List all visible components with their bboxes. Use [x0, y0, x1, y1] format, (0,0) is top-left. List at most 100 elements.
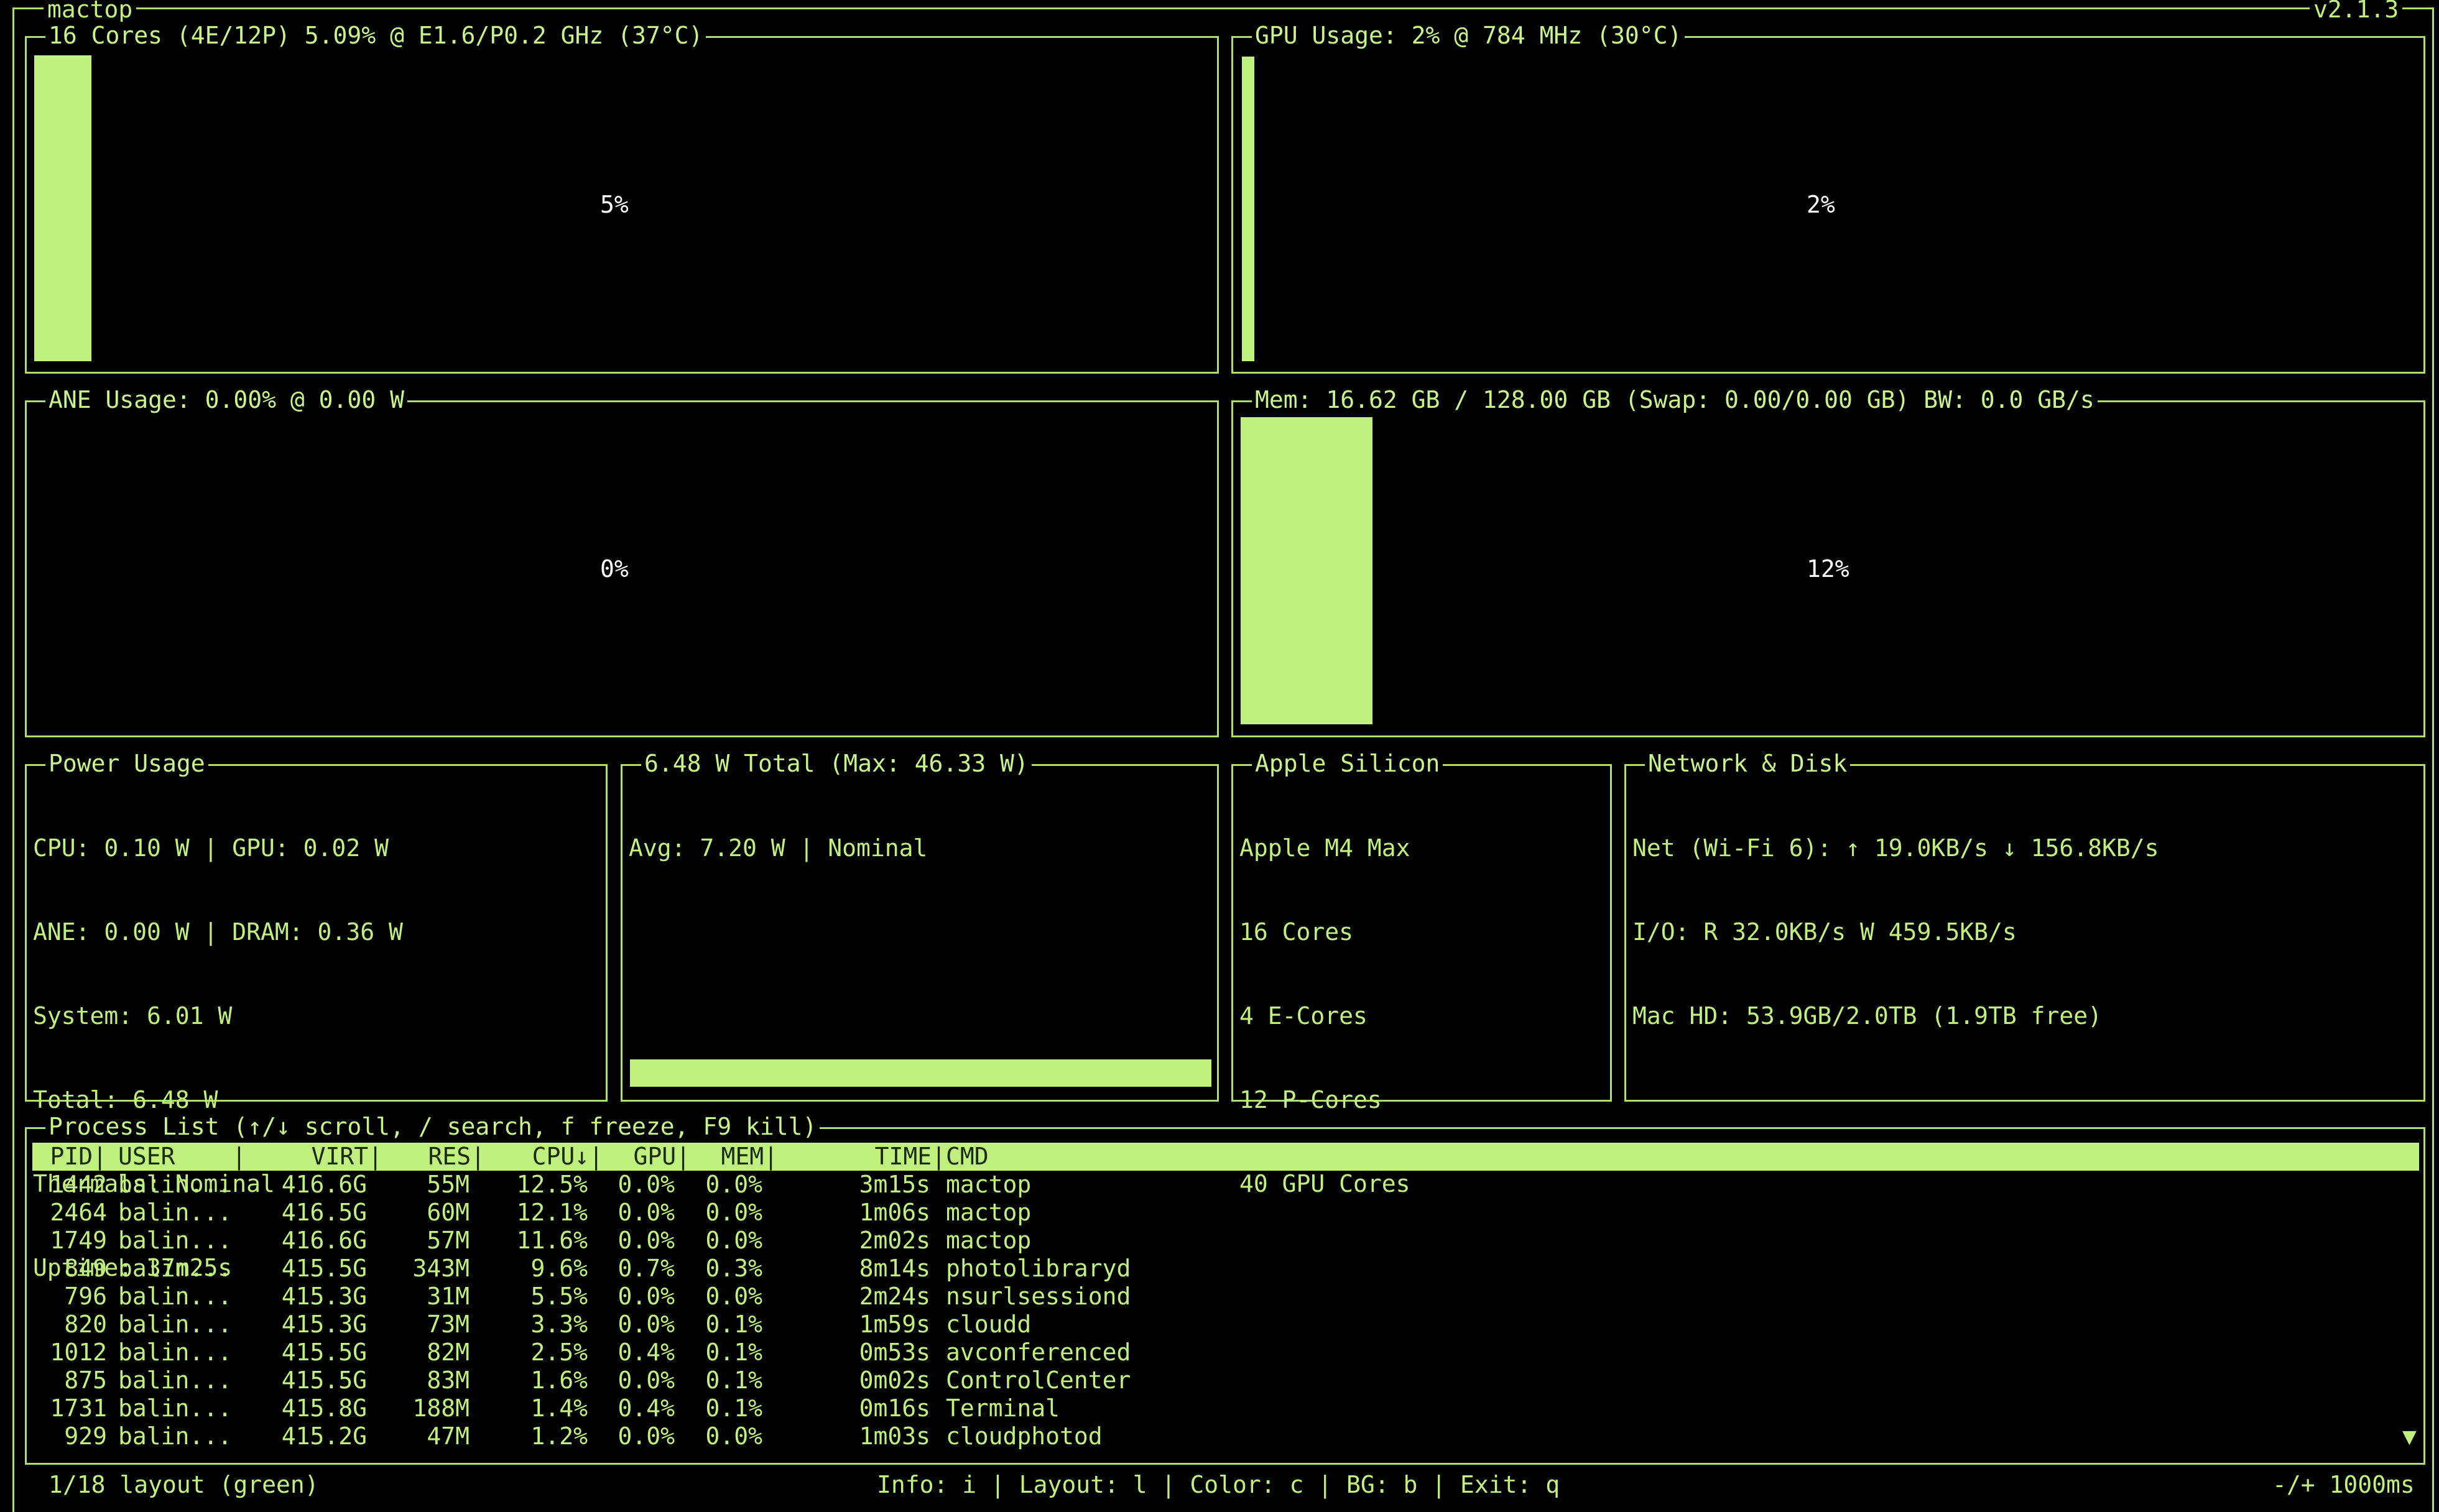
table-row[interactable]: 1442 balin... 416.6G 55M 12.5% 0.0% 0.0%… [32, 1171, 2419, 1199]
pid-cell: 1442 [50, 1171, 107, 1198]
disk-volume-line: Mac HD: 53.9GB/2.0TB (1.9TB free) [1632, 1002, 2102, 1030]
gpu-cell: 0.0% [618, 1311, 675, 1338]
mem-cell: 0.1% [705, 1394, 762, 1422]
time-cell: 0m53s [859, 1339, 930, 1366]
mem-cell: 0.0% [705, 1283, 762, 1310]
user-cell: balin... [118, 1283, 233, 1310]
table-row[interactable]: 1749 balin... 416.6G 57M 11.6% 0.0% 0.0%… [32, 1227, 2419, 1255]
virt-cell: 416.6G [281, 1171, 367, 1198]
res-cell: 343M [412, 1255, 470, 1282]
user-cell: balin... [118, 1227, 233, 1254]
silicon-cores-line: 16 Cores [1239, 918, 1354, 946]
cmd-cell: mactop [946, 1227, 1032, 1254]
res-cell: 47M [427, 1422, 470, 1450]
res-cell: 31M [427, 1283, 470, 1310]
gpu-cell: 0.4% [618, 1339, 675, 1366]
total-power-panel: 6.48 W Total (Max: 46.33 W) Avg: 7.20 W … [621, 750, 1219, 1102]
virt-cell: 415.8G [281, 1394, 367, 1422]
table-row[interactable]: 2464 balin... 416.5G 60M 12.1% 0.0% 0.0%… [32, 1199, 2419, 1227]
res-cell: 73M [427, 1311, 470, 1338]
user-cell: balin... [118, 1171, 233, 1198]
cpu-cell: 2.5% [530, 1339, 588, 1366]
column-header-res[interactable]: RES| [382, 1143, 485, 1171]
column-header-gpu[interactable]: GPU| [603, 1143, 690, 1171]
virt-cell: 415.3G [281, 1311, 367, 1338]
cpu-cell: 12.1% [516, 1199, 588, 1226]
cpu-panel-title: 16 Cores (4E/12P) 5.09% @ E1.6/P0.2 GHz … [45, 22, 706, 50]
gpu-cell: 0.0% [618, 1227, 675, 1254]
gpu-cell: 0.7% [618, 1255, 675, 1282]
table-row[interactable]: 1731 balin... 415.8G 188M 1.4% 0.4% 0.1%… [32, 1394, 2419, 1422]
column-header-cmd[interactable]: CMD [946, 1143, 989, 1171]
time-cell: 1m59s [859, 1311, 930, 1338]
time-cell: 2m24s [859, 1283, 930, 1310]
cmd-cell: mactop [946, 1171, 1032, 1198]
pid-cell: 2464 [50, 1199, 107, 1226]
virt-cell: 415.5G [281, 1255, 367, 1282]
network-disk-title: Network & Disk [1645, 750, 1851, 778]
apple-silicon-panel: Apple Silicon Apple M4 Max 16 Cores 4 E-… [1231, 750, 1612, 1197]
column-header-user[interactable]: USER | [118, 1143, 246, 1171]
apple-silicon-title: Apple Silicon [1252, 750, 1443, 778]
gpu-cell: 0.0% [618, 1199, 675, 1226]
ane-panel: ANE Usage: 0.00% @ 0.00 W 0% [25, 386, 1219, 737]
cpu-panel: 16 Cores (4E/12P) 5.09% @ E1.6/P0.2 GHz … [25, 22, 1219, 374]
table-row[interactable]: 796 balin... 415.3G 31M 5.5% 0.0% 0.0% 2… [32, 1283, 2419, 1311]
time-cell: 2m02s [859, 1227, 930, 1254]
ane-usage-percent: 0% [600, 555, 629, 583]
cpu-cell: 1.2% [530, 1422, 588, 1450]
pid-cell: 1731 [50, 1394, 107, 1422]
disk-io-line: I/O: R 32.0KB/s W 459.5KB/s [1632, 918, 2017, 946]
app-version: v2.1.3 [2310, 0, 2403, 24]
cpu-cell: 3.3% [530, 1311, 588, 1338]
pid-cell: 820 [64, 1311, 107, 1338]
user-cell: balin... [118, 1311, 233, 1338]
pid-cell: 1749 [50, 1227, 107, 1254]
power-ane-dram-line: ANE: 0.00 W | DRAM: 0.36 W [33, 918, 403, 946]
gpu-cell: 0.0% [618, 1422, 675, 1450]
pid-cell: 796 [64, 1283, 107, 1310]
column-header-virt[interactable]: VIRT| [243, 1143, 382, 1171]
cmd-cell: Terminal [946, 1394, 1060, 1422]
table-row[interactable]: 875 balin... 415.5G 83M 1.6% 0.0% 0.1% 0… [32, 1367, 2419, 1394]
gpu-panel: GPU Usage: 2% @ 784 MHz (30°C) 2% [1231, 22, 2425, 374]
time-cell: 1m06s [859, 1199, 930, 1226]
pid-cell: 875 [64, 1367, 107, 1394]
table-row[interactable]: 929 balin... 415.2G 47M 1.2% 0.0% 0.0% 1… [32, 1422, 2419, 1450]
column-header-cpu[interactable]: CPU↓| [485, 1143, 603, 1171]
power-total-line: Total: 6.48 W [33, 1086, 218, 1113]
power-system-line: System: 6.01 W [33, 1002, 233, 1030]
cpu-cell: 5.5% [530, 1283, 588, 1310]
table-row[interactable]: 820 balin... 415.3G 73M 3.3% 0.0% 0.1% 1… [32, 1311, 2419, 1339]
res-cell: 60M [427, 1199, 470, 1226]
res-cell: 57M [427, 1227, 470, 1254]
table-row[interactable]: 849 balin... 415.5G 343M 9.6% 0.7% 0.3% … [32, 1255, 2419, 1283]
user-cell: balin... [118, 1367, 233, 1394]
column-header-time[interactable]: TIME| [778, 1143, 946, 1171]
column-header-mem[interactable]: MEM| [690, 1143, 778, 1171]
virt-cell: 415.5G [281, 1339, 367, 1366]
app-title: mactop [44, 0, 137, 24]
silicon-pcores-line: 12 P-Cores [1239, 1086, 1382, 1113]
ane-panel-title: ANE Usage: 0.00% @ 0.00 W [45, 386, 407, 414]
cmd-cell: avconferenced [946, 1339, 1131, 1366]
cmd-cell: nsurlsessiond [946, 1283, 1131, 1310]
mem-cell: 0.0% [705, 1422, 762, 1450]
time-cell: 1m03s [859, 1422, 930, 1450]
status-keybindings: Info: i | Layout: l | Color: c | BG: b |… [877, 1471, 1560, 1498]
power-usage-title: Power Usage [45, 750, 208, 778]
pid-cell: 1012 [50, 1339, 107, 1366]
time-cell: 8m14s [859, 1255, 930, 1282]
gpu-cell: 0.0% [618, 1171, 675, 1198]
network-line: Net (Wi-Fi 6): ↑ 19.0KB/s ↓ 156.8KB/s [1632, 834, 2159, 862]
gpu-usage-percent: 2% [1807, 191, 1835, 218]
mem-cell: 0.0% [705, 1227, 762, 1254]
mem-cell: 0.1% [705, 1339, 762, 1366]
table-row[interactable]: 1012 balin... 415.5G 82M 2.5% 0.4% 0.1% … [32, 1339, 2419, 1367]
status-refresh-interval[interactable]: -/+ 1000ms [2272, 1471, 2415, 1499]
cmd-cell: mactop [946, 1199, 1032, 1226]
total-power-title: 6.48 W Total (Max: 46.33 W) [641, 750, 1032, 778]
virt-cell: 416.5G [281, 1199, 367, 1226]
memory-usage-percent: 12% [1807, 555, 1849, 583]
column-header-pid[interactable]: PID| [32, 1143, 107, 1171]
